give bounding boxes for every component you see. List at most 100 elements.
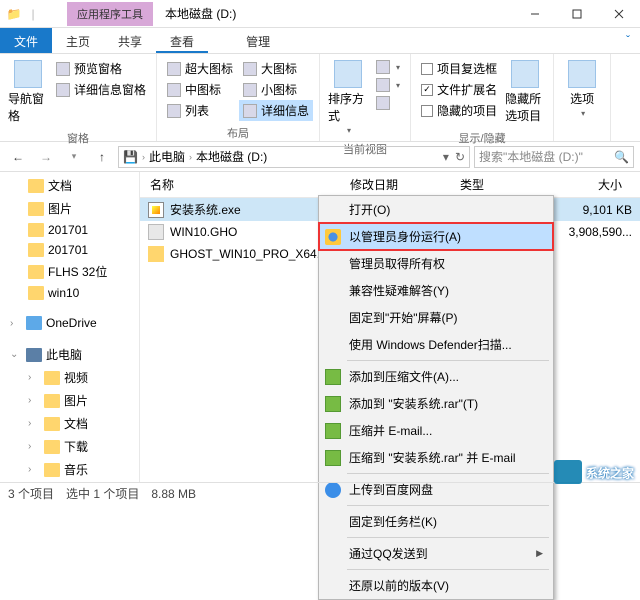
hide-label: 隐藏所选项目 xyxy=(505,90,545,124)
archive-icon xyxy=(325,369,341,385)
ribbon-group-layout: 布局 xyxy=(161,123,315,143)
tab-file[interactable]: 文件 xyxy=(0,28,52,53)
ctx-previous-versions[interactable]: 还原以前的版本(V) xyxy=(319,572,553,599)
ctx-compatibility[interactable]: 兼容性疑难解答(Y) xyxy=(319,277,553,304)
status-bar: 3 个项目 选中 1 个项目 8.88 MB xyxy=(0,482,640,504)
drive-icon: 💾 xyxy=(123,150,138,164)
window-title: 本地磁盘 (D:) xyxy=(153,1,248,26)
breadcrumb[interactable]: 💾 › 此电脑 › 本地磁盘 (D:) ▾ ↻ xyxy=(118,146,470,168)
archive-icon xyxy=(325,396,341,412)
ctx-take-ownership[interactable]: 管理员取得所有权 xyxy=(319,250,553,277)
crumb-this-pc[interactable]: 此电脑 xyxy=(149,148,185,165)
title-bar: 📁 | 应用程序工具 本地磁盘 (D:) xyxy=(0,0,640,28)
extensions-toggle[interactable]: 文件扩展名 xyxy=(417,79,501,100)
sizecolumns-button[interactable] xyxy=(372,94,404,112)
ctx-open[interactable]: 打开(O) xyxy=(319,196,553,223)
tree-documents[interactable]: ›文档 xyxy=(0,412,139,435)
ctx-compress-email[interactable]: 压缩并 E-mail... xyxy=(319,417,553,444)
tree-pictures[interactable]: 图片 xyxy=(0,197,139,220)
search-icon: 🔍 xyxy=(614,150,629,164)
ctx-qq-send[interactable]: 通过QQ发送到▶ xyxy=(319,540,553,567)
separator xyxy=(347,569,549,570)
ribbon: 导航窗格 预览窗格 详细信息窗格 窗格 超大图标 中图标 列表 大图标 小图标 … xyxy=(0,54,640,142)
chevron-right-icon: › xyxy=(189,152,192,162)
close-button[interactable] xyxy=(598,2,640,26)
chevron-right-icon: › xyxy=(142,152,145,162)
status-size: 8.88 MB xyxy=(151,487,196,501)
crumb-drive[interactable]: 本地磁盘 (D:) xyxy=(196,148,267,165)
preview-pane-button[interactable]: 预览窗格 xyxy=(52,58,150,79)
up-button[interactable]: ↑ xyxy=(90,145,114,169)
tree-this-pc[interactable]: ⌄此电脑 xyxy=(0,343,139,366)
recent-button[interactable]: ▾ xyxy=(62,145,86,169)
hidden-toggle[interactable]: 隐藏的项目 xyxy=(417,100,501,121)
tree-pictures[interactable]: ›图片 xyxy=(0,389,139,412)
ctx-compress-named-email[interactable]: 压缩到 "安装系统.rar" 并 E-mail xyxy=(319,444,553,471)
forward-button[interactable]: → xyxy=(34,145,58,169)
col-date[interactable]: 修改日期 xyxy=(350,176,460,193)
layout-details[interactable]: 详细信息 xyxy=(239,100,313,121)
nav-pane-label: 导航窗格 xyxy=(8,90,48,124)
groupby-button[interactable]: ▾ xyxy=(372,58,404,76)
ribbon-toggle-icon[interactable]: ˇ xyxy=(616,28,640,53)
shield-icon xyxy=(325,229,341,245)
ctx-run-as-admin[interactable]: 以管理员身份运行(A) xyxy=(319,223,553,250)
hide-selected-button[interactable]: 隐藏所选项目 xyxy=(503,58,547,126)
layout-list[interactable]: 列表 xyxy=(163,100,237,121)
nav-tree[interactable]: 文档 图片 201701 201701 FLHS 32位 win10 ›OneD… xyxy=(0,172,140,482)
layout-large[interactable]: 大图标 xyxy=(239,58,313,79)
layout-small[interactable]: 小图标 xyxy=(239,79,313,100)
back-button[interactable]: ← xyxy=(6,145,30,169)
contextual-tab[interactable]: 应用程序工具 xyxy=(67,2,153,26)
tab-home[interactable]: 主页 xyxy=(52,28,104,53)
tree-folder[interactable]: 201701 xyxy=(0,240,139,260)
ctx-defender-scan[interactable]: 使用 Windows Defender扫描... xyxy=(319,331,553,358)
tab-share[interactable]: 共享 xyxy=(104,28,156,53)
folder-icon: 📁 xyxy=(6,6,22,22)
tree-folder[interactable]: 201701 xyxy=(0,220,139,240)
archive-icon xyxy=(325,450,341,466)
details-pane-button[interactable]: 详细信息窗格 xyxy=(52,79,150,100)
tree-onedrive[interactable]: ›OneDrive xyxy=(0,313,139,333)
exe-icon xyxy=(148,202,164,218)
chevron-down-icon: ▾ xyxy=(347,126,351,135)
chevron-right-icon: ▶ xyxy=(536,548,543,559)
tree-music[interactable]: ›音乐 xyxy=(0,458,139,481)
tree-downloads[interactable]: ›下载 xyxy=(0,435,139,458)
minimize-button[interactable] xyxy=(514,2,556,26)
dropdown-icon[interactable]: ▾ xyxy=(443,150,449,164)
refresh-icon[interactable]: ↻ xyxy=(455,150,465,164)
separator xyxy=(347,505,549,506)
search-input[interactable]: 搜索"本地磁盘 (D:)" 🔍 xyxy=(474,146,634,168)
address-bar: ← → ▾ ↑ 💾 › 此电脑 › 本地磁盘 (D:) ▾ ↻ 搜索"本地磁盘 … xyxy=(0,142,640,172)
tree-documents[interactable]: 文档 xyxy=(0,174,139,197)
options-button[interactable]: 选项▾ xyxy=(560,58,604,120)
ctx-pin-start[interactable]: 固定到"开始"屏幕(P) xyxy=(319,304,553,331)
col-type[interactable]: 类型 xyxy=(460,176,560,193)
sort-button[interactable]: 排序方式 ▾ xyxy=(326,58,370,137)
col-name[interactable]: 名称 xyxy=(140,176,350,193)
tab-strip: 文件 主页 共享 查看 管理 ˇ xyxy=(0,28,640,54)
context-menu: 打开(O) 以管理员身份运行(A) 管理员取得所有权 兼容性疑难解答(Y) 固定… xyxy=(318,195,554,600)
maximize-button[interactable] xyxy=(556,2,598,26)
checkboxes-toggle[interactable]: 项目复选框 xyxy=(417,58,501,79)
tree-folder[interactable]: FLHS 32位 xyxy=(0,260,139,283)
ctx-add-named-archive[interactable]: 添加到 "安装系统.rar"(T) xyxy=(319,390,553,417)
layout-medium[interactable]: 中图标 xyxy=(163,79,237,100)
nav-pane-button[interactable]: 导航窗格 xyxy=(6,58,50,126)
tab-manage[interactable]: 管理 xyxy=(232,28,284,53)
separator xyxy=(347,473,549,474)
folder-icon xyxy=(148,246,164,262)
sort-label: 排序方式 xyxy=(328,90,368,124)
addcolumn-button[interactable]: ▾ xyxy=(372,76,404,94)
tree-folder[interactable]: win10 xyxy=(0,283,139,303)
tab-view[interactable]: 查看 xyxy=(156,28,208,53)
qat-sep: | xyxy=(25,6,41,22)
layout-extra-large[interactable]: 超大图标 xyxy=(163,58,237,79)
archive-icon xyxy=(325,423,341,439)
separator xyxy=(347,537,549,538)
ctx-add-archive[interactable]: 添加到压缩文件(A)... xyxy=(319,363,553,390)
tree-videos[interactable]: ›视频 xyxy=(0,366,139,389)
ctx-pin-taskbar[interactable]: 固定到任务栏(K) xyxy=(319,508,553,535)
col-size[interactable]: 大小 xyxy=(560,176,630,193)
